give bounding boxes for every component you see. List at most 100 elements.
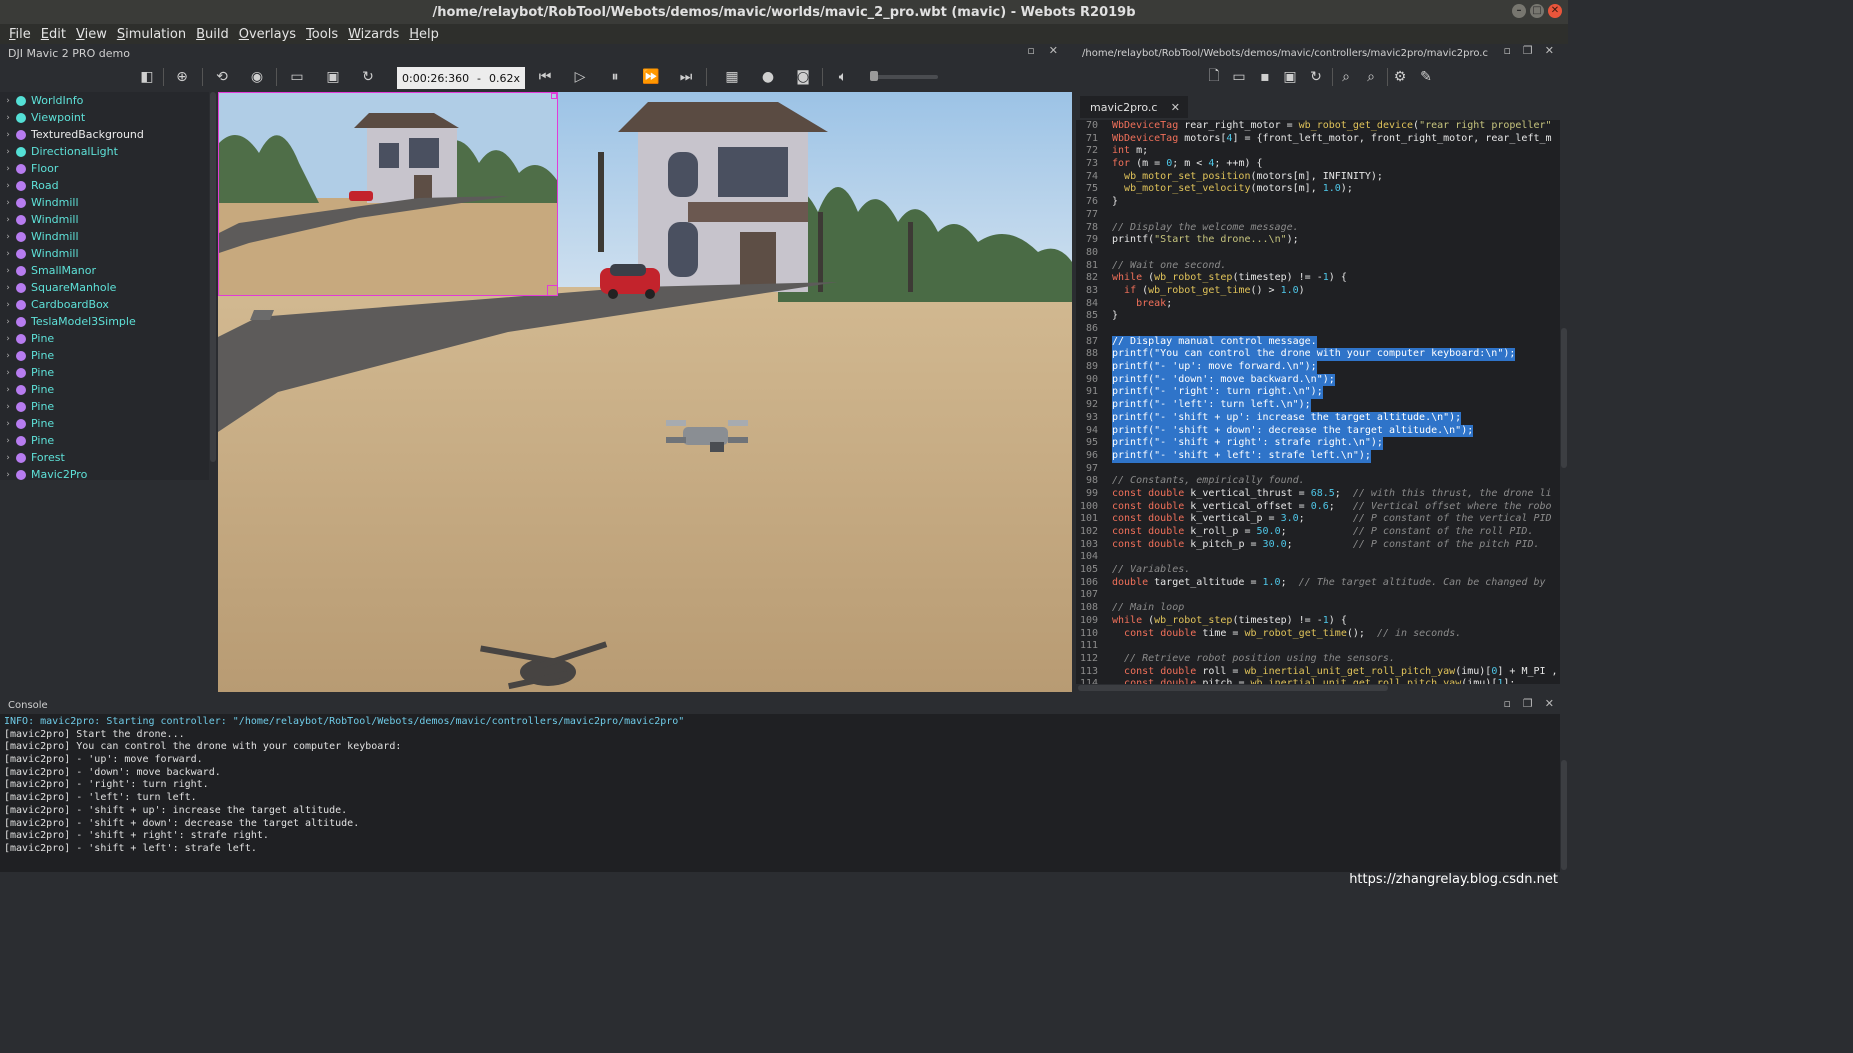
expand-arrow-icon[interactable]: › [0, 164, 16, 174]
expand-arrow-icon[interactable]: › [0, 113, 16, 123]
expand-arrow-icon[interactable]: › [0, 419, 16, 429]
tree-node-viewpoint[interactable]: › Viewpoint [0, 109, 209, 126]
build-gear-icon[interactable]: ⚙ [1389, 66, 1411, 88]
expand-arrow-icon[interactable]: › [0, 402, 16, 412]
save-world-icon[interactable]: ▣ [322, 66, 344, 88]
tree-node-windmill[interactable]: › Windmill [0, 211, 209, 228]
view-eye-icon[interactable]: ◉ [246, 66, 268, 88]
toggle-scene-tree-icon[interactable]: ◧ [136, 66, 158, 88]
tree-node-pine[interactable]: › Pine [0, 415, 209, 432]
minimize-button[interactable]: – [1512, 4, 1526, 18]
menu-wizards[interactable]: Wizards [343, 27, 404, 42]
expand-arrow-icon[interactable]: › [0, 96, 16, 106]
maximize-icon[interactable]: ❐ [1523, 697, 1533, 710]
expand-arrow-icon[interactable]: › [0, 249, 16, 259]
record-animation-icon[interactable]: ● [757, 66, 779, 88]
expand-arrow-icon[interactable]: › [0, 181, 16, 191]
scene-tree-scrollbar[interactable] [209, 92, 217, 692]
expand-arrow-icon[interactable]: › [0, 215, 16, 225]
undock-icon[interactable]: ▫ [1503, 697, 1510, 710]
expand-arrow-icon[interactable]: › [0, 266, 16, 276]
tree-node-forest[interactable]: › Forest [0, 449, 209, 466]
expand-arrow-icon[interactable]: › [0, 130, 16, 140]
follow-object-icon[interactable]: ⟲ [211, 66, 233, 88]
step-icon[interactable]: ▷ [569, 66, 591, 88]
expand-arrow-icon[interactable]: › [0, 198, 16, 208]
expand-arrow-icon[interactable]: › [0, 317, 16, 327]
undock-icon[interactable]: ▫ [1027, 44, 1034, 57]
scrollbar-thumb[interactable] [1561, 760, 1567, 870]
menu-tools[interactable]: Tools [301, 27, 343, 42]
fast-forward-icon[interactable]: ⏭ [675, 66, 697, 88]
tree-node-windmill[interactable]: › Windmill [0, 245, 209, 262]
menu-simulation[interactable]: Simulation [112, 27, 191, 42]
save-as-icon[interactable]: ▣ [1279, 66, 1301, 88]
expand-arrow-icon[interactable]: › [0, 470, 16, 480]
editor-horizontal-scrollbar[interactable] [1076, 684, 1560, 692]
record-movie-icon[interactable]: ▦ [721, 66, 743, 88]
reload-world-icon[interactable]: ↻ [357, 66, 379, 88]
revert-icon[interactable]: ↻ [1305, 66, 1327, 88]
clean-broom-icon[interactable]: ✎ [1415, 66, 1437, 88]
find-icon[interactable]: ⌕ [1335, 66, 1357, 88]
new-file-icon[interactable]: 🗋︎ [1203, 66, 1225, 88]
save-disabled-icon[interactable]: ▪ [1254, 66, 1276, 88]
camera-overlay[interactable] [218, 92, 558, 296]
tree-node-pine[interactable]: › Pine [0, 330, 209, 347]
tree-node-floor[interactable]: › Floor [0, 160, 209, 177]
replace-icon[interactable]: ⌕ [1360, 66, 1382, 88]
expand-arrow-icon[interactable]: › [0, 334, 16, 344]
tree-node-worldinfo[interactable]: › WorldInfo [0, 92, 209, 109]
menu-build[interactable]: Build [191, 27, 234, 42]
open-world-icon[interactable]: ▭ [286, 66, 308, 88]
maximize-button[interactable]: □ [1530, 4, 1544, 18]
maximize-icon[interactable]: ❐ [1523, 44, 1533, 57]
pause-icon[interactable]: ⏸ [604, 66, 626, 88]
open-file-icon[interactable]: ▭ [1228, 66, 1250, 88]
undock-icon[interactable]: ▫ [1503, 44, 1510, 57]
run-realtime-icon[interactable]: ⏩ [640, 66, 662, 88]
tree-node-road[interactable]: › Road [0, 177, 209, 194]
menu-edit[interactable]: Edit [36, 27, 71, 42]
close-icon[interactable]: ✕ [1545, 697, 1554, 710]
editor-vertical-scrollbar[interactable] [1560, 120, 1568, 692]
expand-arrow-icon[interactable]: › [0, 232, 16, 242]
tree-node-pine[interactable]: › Pine [0, 432, 209, 449]
add-node-icon[interactable]: ⊕ [171, 66, 193, 88]
tree-node-pine[interactable]: › Pine [0, 398, 209, 415]
menu-help[interactable]: Help [404, 27, 444, 42]
menu-file[interactable]: File [4, 27, 36, 42]
tree-node-pine[interactable]: › Pine [0, 381, 209, 398]
close-icon[interactable]: ✕ [1545, 44, 1554, 57]
tree-node-texturedbackground[interactable]: › TexturedBackground [0, 126, 209, 143]
volume-slider-knob[interactable] [870, 71, 878, 81]
reset-simulation-icon[interactable]: ⏮ [534, 66, 556, 88]
expand-arrow-icon[interactable]: › [0, 300, 16, 310]
scrollbar-thumb[interactable] [1078, 685, 1388, 691]
overlay-corner-handle[interactable] [551, 93, 557, 99]
volume-slider[interactable] [872, 75, 938, 79]
close-tab-icon[interactable]: ✕ [1171, 101, 1180, 114]
tab-mavic2pro-c[interactable]: mavic2pro.c ✕ [1080, 96, 1188, 118]
tree-node-windmill[interactable]: › Windmill [0, 194, 209, 211]
expand-arrow-icon[interactable]: › [0, 368, 16, 378]
expand-arrow-icon[interactable]: › [0, 385, 16, 395]
console-scrollbar[interactable] [1560, 714, 1568, 872]
close-window-button[interactable]: ✕ [1548, 4, 1562, 18]
screenshot-icon[interactable]: ◙ [792, 66, 814, 88]
scrollbar-thumb[interactable] [1561, 328, 1567, 468]
menu-overlays[interactable]: Overlays [234, 27, 301, 42]
menu-view[interactable]: View [71, 27, 112, 42]
mute-icon[interactable]: 🔈︎ [832, 66, 854, 88]
tree-node-pine[interactable]: › Pine [0, 347, 209, 364]
tree-node-pine[interactable]: › Pine [0, 364, 209, 381]
tree-node-windmill[interactable]: › Windmill [0, 228, 209, 245]
expand-arrow-icon[interactable]: › [0, 436, 16, 446]
tree-node-squaremanhole[interactable]: › SquareManhole [0, 279, 209, 296]
scrollbar-thumb[interactable] [210, 92, 216, 462]
tree-node-teslamodel3simple[interactable]: › TeslaModel3Simple [0, 313, 209, 330]
3d-view[interactable] [218, 92, 1072, 692]
expand-arrow-icon[interactable]: › [0, 453, 16, 463]
code-editor[interactable]: 70 WbDeviceTag rear_right_motor = wb_robo… [1076, 120, 1560, 692]
tree-node-smallmanor[interactable]: › SmallManor [0, 262, 209, 279]
